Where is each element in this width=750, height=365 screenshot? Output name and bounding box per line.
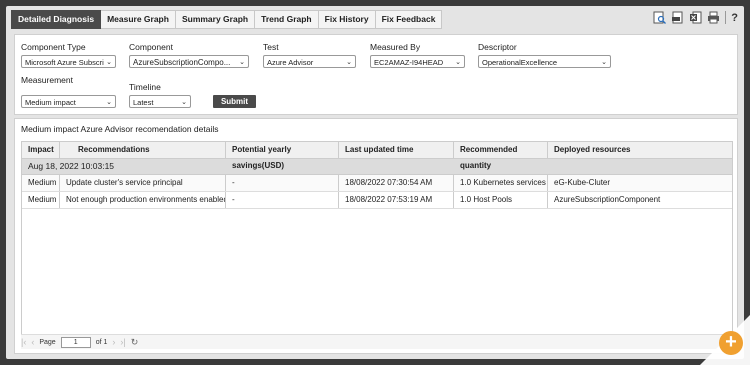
refresh-icon[interactable]: ↻ [131, 337, 139, 348]
test-value: Azure Advisor [267, 58, 314, 67]
component-select[interactable]: AzureSubscriptionCompo... ⌄ [129, 55, 249, 68]
cell-last-updated: 18/08/2022 07:53:19 AM [339, 192, 454, 208]
table-header: Impact Recommendations Potential yearly … [22, 142, 732, 170]
app-frame: Detailed Diagnosis Measure Graph Summary… [6, 6, 744, 359]
component-type-value: Microsoft Azure Subscri [25, 58, 104, 67]
add-fab-button[interactable]: + [719, 331, 743, 355]
measurement-label: Measurement [21, 75, 73, 85]
filter-panel: Component Type Microsoft Azure Subscri ⌄ … [14, 34, 738, 115]
cell-last-updated: 18/08/2022 07:30:54 AM [339, 175, 454, 191]
cell-recommendation: Update cluster's service principal [60, 175, 226, 191]
descriptor-select[interactable]: OperationalExcellence ⌄ [478, 55, 611, 68]
tab-trend-graph[interactable]: Trend Graph [255, 10, 319, 29]
tab-measure-graph[interactable]: Measure Graph [101, 10, 176, 29]
chevron-down-icon: ⌄ [181, 99, 187, 106]
table-row[interactable]: Medium Not enough production environment… [22, 192, 732, 209]
column-header-impact[interactable]: Impact [22, 142, 60, 158]
measured-by-label: Measured By [370, 42, 421, 52]
measured-by-value: EC2AMAZ-I94HEAD [374, 58, 444, 67]
first-page-icon[interactable]: |‹ [21, 337, 26, 347]
pagination-bar: |‹ ‹ Page 1 of 1 › ›| ↻ [21, 334, 731, 349]
chevron-down-icon: ⌄ [106, 99, 112, 106]
descriptor-value: OperationalExcellence [482, 58, 558, 67]
measurement-select[interactable]: Medium impact ⌄ [21, 95, 116, 108]
excel-icon[interactable] [689, 11, 702, 24]
measured-by-select[interactable]: EC2AMAZ-I94HEAD ⌄ [370, 55, 465, 68]
chevron-down-icon: ⌄ [346, 59, 352, 66]
page-label: Page [39, 338, 56, 346]
help-icon[interactable]: ? [731, 12, 738, 24]
chevron-down-icon: ⌄ [455, 59, 461, 66]
component-type-select[interactable]: Microsoft Azure Subscri ⌄ [21, 55, 116, 68]
print-icon[interactable] [707, 11, 720, 24]
search-report-icon[interactable] [653, 11, 667, 24]
table-row[interactable]: Medium Update cluster's service principa… [22, 175, 732, 192]
cell-quantity: 1.0 Host Pools [454, 192, 548, 208]
column-header-last-updated[interactable]: Last updated time [339, 142, 454, 158]
timeline-value: Latest [133, 98, 154, 107]
column-header-recommendations[interactable]: Recommendations [60, 142, 226, 158]
column-header-deployed-resources[interactable]: Deployed resources [548, 142, 732, 158]
cell-impact: Medium [22, 192, 60, 208]
component-label: Component [129, 42, 173, 52]
measurement-value: Medium impact [25, 98, 76, 107]
page-count: of 1 [95, 338, 108, 346]
test-select[interactable]: Azure Advisor ⌄ [263, 55, 356, 68]
descriptor-label: Descriptor [478, 42, 517, 52]
chevron-down-icon: ⌄ [601, 59, 607, 66]
submit-button[interactable]: Submit [213, 95, 256, 108]
toolbar-divider [725, 11, 727, 24]
prev-page-icon[interactable]: ‹ [31, 337, 34, 347]
column-header-quantity[interactable]: Recommended quantity [454, 142, 548, 170]
cell-savings: - [226, 175, 339, 191]
tab-fix-feedback[interactable]: Fix Feedback [375, 10, 443, 29]
cell-recommendation: Not enough production environments enabl… [60, 192, 226, 208]
tab-fix-history[interactable]: Fix History [318, 10, 376, 29]
cell-deployed-resource: eG-Kube-Cluter [554, 178, 611, 187]
group-row: Aug 18, 2022 10:03:15 [22, 159, 732, 175]
column-header-savings[interactable]: Potential yearly savings(USD) [226, 142, 339, 170]
test-label: Test [263, 42, 279, 52]
timeline-select[interactable]: Latest ⌄ [129, 95, 191, 108]
cell-impact: Medium [22, 175, 60, 191]
cell-quantity: 1.0 Kubernetes services [454, 175, 548, 191]
tab-detailed-diagnosis[interactable]: Detailed Diagnosis [11, 10, 102, 29]
pdf-icon[interactable] [671, 11, 684, 24]
next-page-icon[interactable]: › [112, 337, 115, 347]
timeline-label: Timeline [129, 82, 161, 92]
page-number-input[interactable]: 1 [60, 336, 91, 348]
chevron-down-icon: ⌄ [239, 59, 245, 66]
results-table: Impact Recommendations Potential yearly … [21, 141, 733, 337]
tab-bar: Detailed Diagnosis Measure Graph Summary… [11, 10, 443, 29]
cell-savings: - [226, 192, 339, 208]
chevron-down-icon: ⌄ [106, 59, 112, 66]
toolbar: ? [653, 11, 738, 24]
component-value: AzureSubscriptionCompo... [133, 58, 231, 67]
results-panel: Medium impact Azure Advisor recomendatio… [14, 118, 738, 354]
tab-summary-graph[interactable]: Summary Graph [175, 10, 256, 29]
results-title: Medium impact Azure Advisor recomendatio… [21, 124, 219, 134]
component-type-label: Component Type [21, 42, 86, 52]
cell-deployed-resource: AzureSubscriptionComponent [554, 195, 661, 204]
last-page-icon[interactable]: ›| [120, 337, 125, 347]
